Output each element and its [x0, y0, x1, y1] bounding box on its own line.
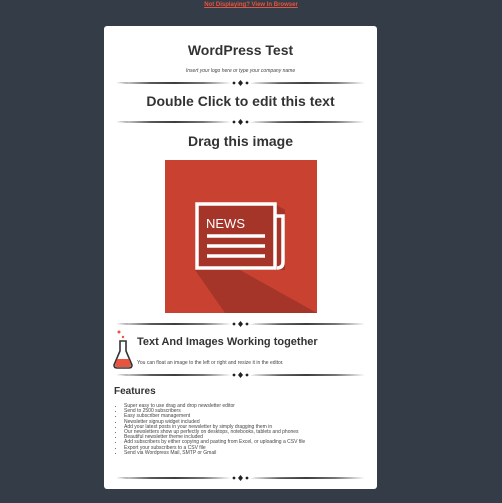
company-tagline[interactable]: Insert your logo here or type your compa…	[104, 68, 377, 74]
news-label: NEWS	[206, 216, 245, 231]
drag-image-heading[interactable]: Drag this image	[104, 133, 377, 149]
ornament-divider	[116, 79, 365, 87]
edit-text-heading[interactable]: Double Click to edit this text	[104, 93, 377, 109]
feature-item: Send via Wordpress Mail, SMTP or Gmail	[124, 450, 374, 456]
features-list[interactable]: Super easy to use drag and drop newslett…	[114, 403, 374, 456]
features-heading[interactable]: Features	[114, 386, 156, 397]
ornament-divider	[116, 474, 365, 482]
text-images-heading[interactable]: Text And Images Working together	[137, 336, 318, 348]
flask-icon	[113, 330, 133, 369]
ornament-divider	[116, 320, 365, 328]
newspaper-icon: NEWS	[195, 202, 317, 313]
news-image[interactable]: NEWS	[165, 160, 317, 313]
ornament-divider	[116, 371, 365, 379]
newsletter-card: WordPress Test Insert your logo here or …	[104, 26, 377, 489]
ornament-divider	[116, 118, 365, 126]
text-images-description[interactable]: You can float an image to the left or ri…	[137, 360, 284, 366]
view-in-browser-link[interactable]: Not Displaying? View In Browser	[0, 2, 502, 8]
newsletter-title[interactable]: WordPress Test	[104, 42, 377, 58]
